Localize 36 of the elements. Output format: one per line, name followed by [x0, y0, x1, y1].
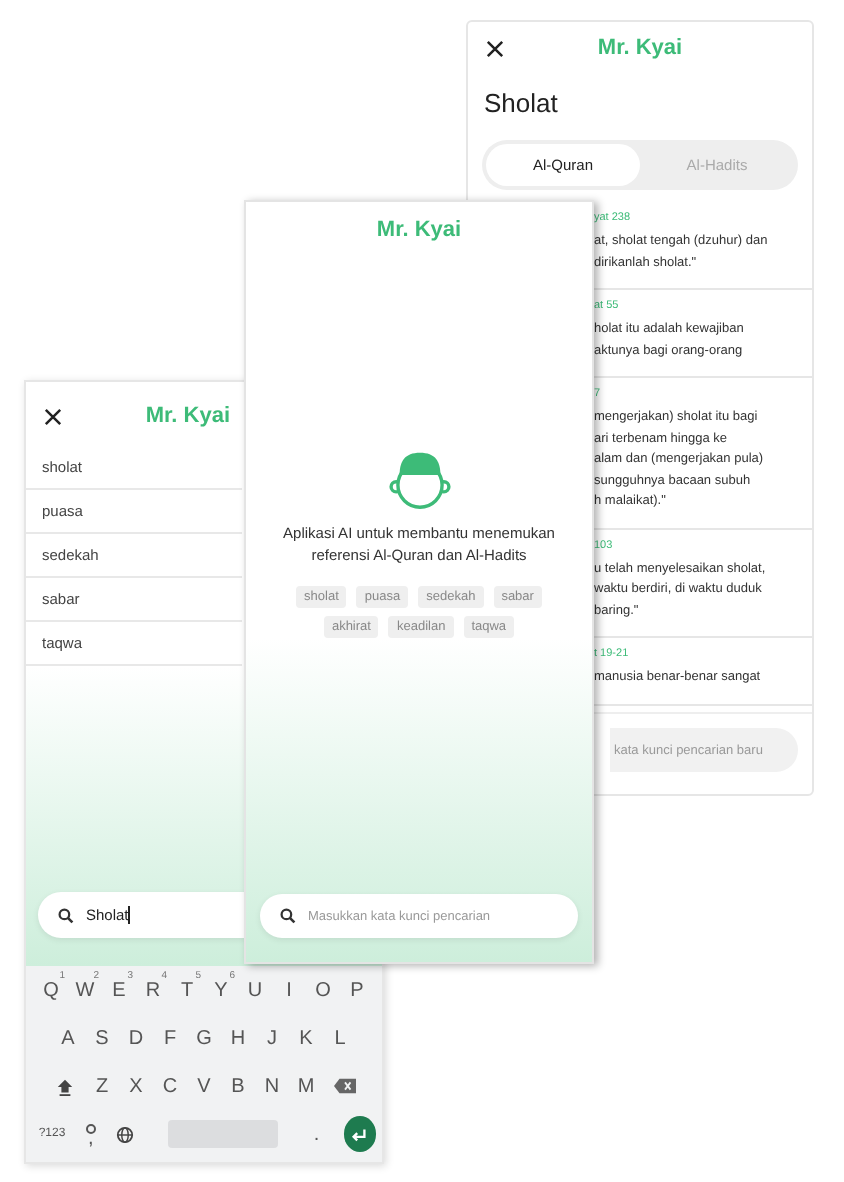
letter-key[interactable]: O	[309, 970, 337, 1010]
app-title: Mr. Kyai	[376, 218, 462, 242]
period-key[interactable]: .	[303, 1114, 330, 1154]
letter-key[interactable]: N	[258, 1066, 286, 1106]
letter-key[interactable]: B	[224, 1066, 252, 1106]
letter-key[interactable]: V	[190, 1066, 218, 1106]
letter-key[interactable]: J	[258, 1018, 286, 1058]
search-heading: Sholat	[484, 88, 560, 122]
letter-key[interactable]: C	[156, 1066, 184, 1106]
letter-key[interactable]: U	[241, 970, 269, 1010]
letter-key[interactable]: F	[156, 1018, 184, 1058]
letter-key[interactable]: X	[122, 1066, 150, 1106]
letter-key[interactable]: S	[88, 1018, 116, 1058]
enter-icon	[350, 1125, 369, 1143]
letter-key[interactable]: A	[54, 1018, 82, 1058]
letter-key[interactable]: G	[190, 1018, 218, 1058]
letter-key[interactable]: Z	[88, 1066, 116, 1106]
letter-key[interactable]: D	[122, 1018, 150, 1058]
letter-key[interactable]: H	[224, 1018, 252, 1058]
close-icon[interactable]	[44, 407, 62, 425]
letter-key[interactable]: P	[343, 970, 371, 1010]
app-title: Mr. Kyai	[145, 404, 230, 428]
close-icon[interactable]	[486, 39, 504, 57]
text-caret	[128, 906, 131, 924]
shift-icon	[55, 1077, 73, 1095]
letter-key[interactable]: M	[292, 1066, 320, 1106]
search-icon	[280, 908, 296, 924]
backspace-icon	[333, 1078, 355, 1094]
app-title: Mr. Kyai	[597, 36, 683, 60]
globe-icon	[116, 1125, 135, 1143]
comma-key[interactable]: ,	[78, 1114, 104, 1154]
search-icon	[58, 907, 74, 923]
letter-key[interactable]: K	[292, 1018, 320, 1058]
enter-key[interactable]	[343, 1116, 376, 1152]
letter-key[interactable]: I	[275, 970, 303, 1010]
letter-key[interactable]: L	[326, 1018, 354, 1058]
